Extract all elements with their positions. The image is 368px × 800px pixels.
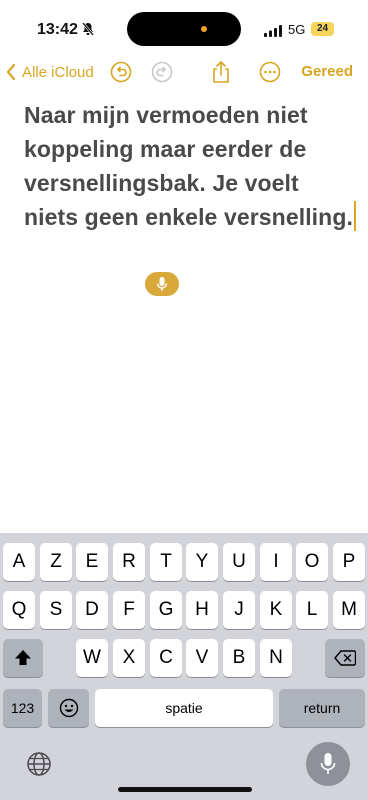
dictation-indicator[interactable] bbox=[145, 272, 179, 296]
key-p[interactable]: P bbox=[333, 543, 365, 581]
done-button[interactable]: Gereed bbox=[301, 63, 353, 80]
key-a[interactable]: A bbox=[3, 543, 35, 581]
note-text: Naar mijn vermoeden niet koppeling maar … bbox=[24, 102, 353, 230]
key-m[interactable]: M bbox=[333, 591, 365, 629]
key-q[interactable]: Q bbox=[3, 591, 35, 629]
battery-level: 24 bbox=[311, 22, 334, 36]
space-key[interactable]: spatie bbox=[95, 689, 273, 727]
shift-arrow-icon bbox=[15, 650, 31, 665]
key-w[interactable]: W bbox=[76, 639, 108, 677]
key-g[interactable]: G bbox=[150, 591, 182, 629]
microphone-icon bbox=[320, 753, 336, 774]
dynamic-island bbox=[127, 12, 241, 46]
privacy-indicator bbox=[201, 26, 207, 32]
redo-icon[interactable] bbox=[149, 59, 175, 85]
key-c[interactable]: C bbox=[150, 639, 182, 677]
key-v[interactable]: V bbox=[186, 639, 218, 677]
key-h[interactable]: H bbox=[186, 591, 218, 629]
back-button[interactable]: Alle iCloud bbox=[6, 60, 94, 84]
status-time: 13:42 bbox=[37, 21, 78, 38]
globe-icon[interactable] bbox=[24, 749, 54, 779]
silent-bell-icon bbox=[82, 22, 94, 41]
return-key[interactable]: return bbox=[279, 689, 365, 727]
key-s[interactable]: S bbox=[40, 591, 72, 629]
keyboard: A Z E R T Y U I O P Q S D F G H J K L M … bbox=[0, 533, 368, 800]
emoji-key[interactable] bbox=[48, 689, 89, 727]
key-f[interactable]: F bbox=[113, 591, 145, 629]
chevron-left-icon bbox=[6, 64, 16, 80]
more-options-icon[interactable] bbox=[257, 59, 283, 85]
cellular-signal-icon bbox=[264, 24, 282, 42]
key-j[interactable]: J bbox=[223, 591, 255, 629]
key-z[interactable]: Z bbox=[40, 543, 72, 581]
undo-icon[interactable] bbox=[108, 59, 134, 85]
network-type: 5G bbox=[288, 22, 306, 37]
microphone-icon bbox=[156, 277, 168, 291]
key-x[interactable]: X bbox=[113, 639, 145, 677]
note-body[interactable]: Naar mijn vermoeden niet koppeling maar … bbox=[24, 98, 359, 234]
delete-key[interactable] bbox=[325, 639, 365, 677]
key-o[interactable]: O bbox=[296, 543, 328, 581]
status-bar: 13:42 5G 24 bbox=[0, 0, 368, 58]
key-r[interactable]: R bbox=[113, 543, 145, 581]
dictation-microphone-button[interactable] bbox=[306, 742, 350, 786]
text-cursor bbox=[353, 201, 356, 231]
notes-toolbar: Alle iCloud Gereed bbox=[0, 56, 368, 88]
home-indicator bbox=[118, 787, 252, 792]
key-t[interactable]: T bbox=[150, 543, 182, 581]
backspace-icon bbox=[334, 650, 356, 666]
key-l[interactable]: L bbox=[296, 591, 328, 629]
emoji-icon bbox=[59, 698, 78, 718]
key-k[interactable]: K bbox=[260, 591, 292, 629]
key-d[interactable]: D bbox=[76, 591, 108, 629]
key-n[interactable]: N bbox=[260, 639, 292, 677]
shift-key[interactable] bbox=[3, 639, 43, 677]
key-u[interactable]: U bbox=[223, 543, 255, 581]
key-y[interactable]: Y bbox=[186, 543, 218, 581]
share-icon[interactable] bbox=[208, 59, 234, 85]
back-label: Alle iCloud bbox=[22, 63, 94, 81]
key-e[interactable]: E bbox=[76, 543, 108, 581]
key-b[interactable]: B bbox=[223, 639, 255, 677]
key-i[interactable]: I bbox=[260, 543, 292, 581]
numbers-key[interactable]: 123 bbox=[3, 689, 42, 727]
